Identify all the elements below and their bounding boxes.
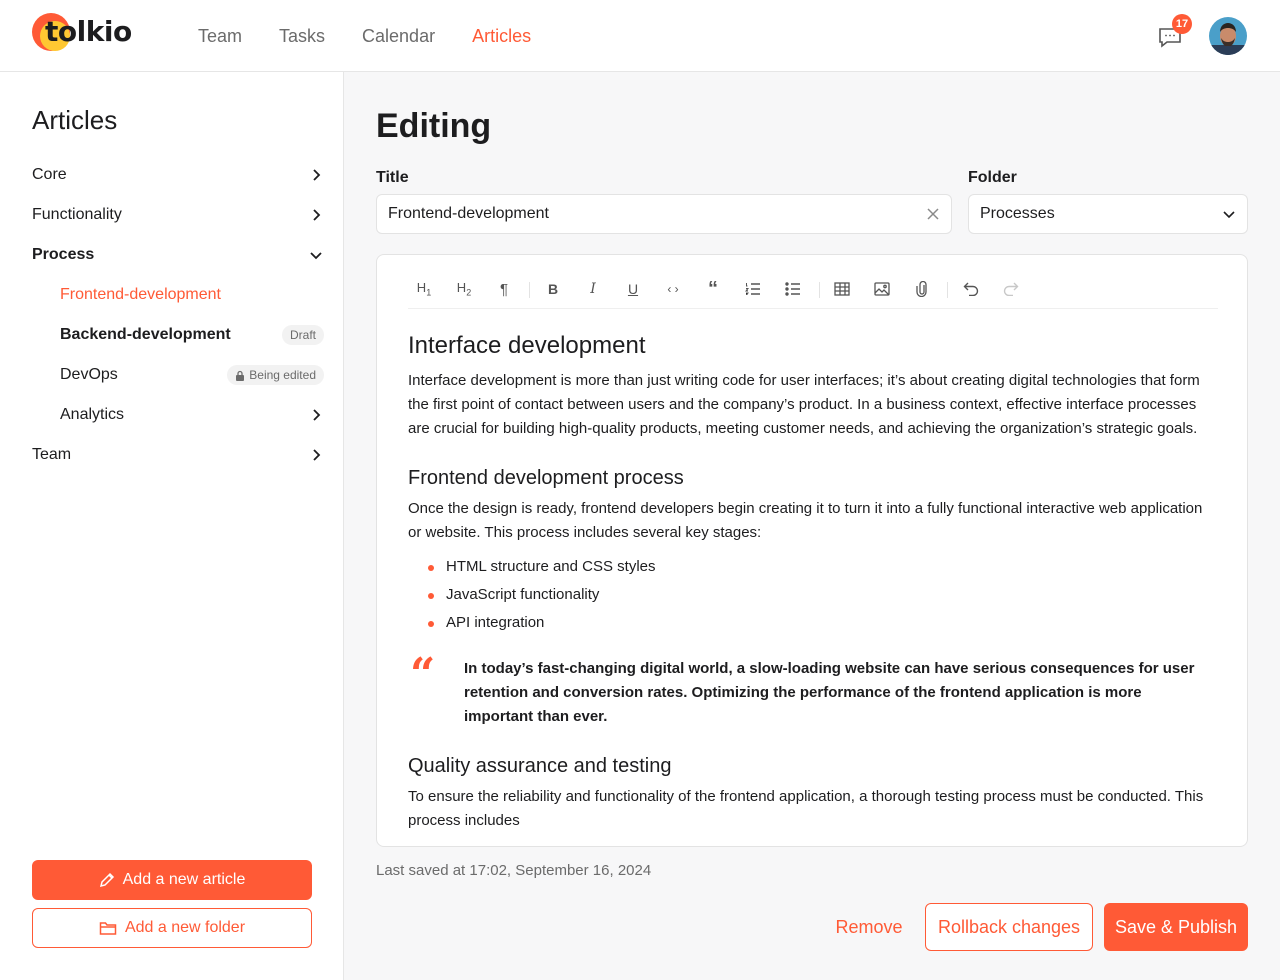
article-paragraph: To ensure the reliability and functional… <box>408 788 1204 829</box>
image-icon[interactable] <box>872 279 892 299</box>
chevron-down-icon <box>310 252 322 260</box>
sidebar-item-backend-development[interactable]: Backend-development Draft <box>60 323 324 347</box>
chevron-right-icon <box>313 209 321 221</box>
title-input[interactable]: Frontend-development <box>376 194 952 234</box>
article-editor[interactable]: H1 H2 ¶ B I U ‹ › “ Interface developmen… <box>376 254 1248 847</box>
article-paragraph: Interface development is more than just … <box>408 372 1200 437</box>
italic-icon[interactable]: I <box>583 279 603 299</box>
h2-icon[interactable]: H2 <box>454 279 474 299</box>
toolbar-divider <box>947 282 948 298</box>
article-body[interactable]: Interface development Interface developm… <box>408 331 1208 833</box>
save-publish-button[interactable]: Save & Publish <box>1104 903 1248 951</box>
sidebar-item-process[interactable]: Process <box>32 243 324 267</box>
sidebar-item-label: Analytics <box>60 406 125 423</box>
quote-mark-icon: “ <box>410 649 436 700</box>
sidebar-item-label: Process <box>32 246 95 263</box>
sidebar-item-label: Backend-development <box>60 326 231 343</box>
folder-select-value: Processes <box>980 205 1055 222</box>
article-heading: Interface development <box>408 332 646 359</box>
add-folder-button[interactable]: Add a new folder <box>32 908 312 948</box>
nav-team[interactable]: Team <box>198 24 242 48</box>
chevron-right-icon <box>313 409 321 421</box>
article-subheading: Quality assurance and testing <box>408 755 672 777</box>
last-saved-status: Last saved at 17:02, September 16, 2024 <box>376 862 652 879</box>
toolbar-divider <box>819 282 820 298</box>
folder-icon <box>99 922 117 935</box>
sidebar-item-label: Team <box>32 446 72 463</box>
folder-select[interactable]: Processes <box>968 194 1248 234</box>
sidebar-item-core[interactable]: Core <box>32 163 324 187</box>
logo[interactable]: tolkio <box>32 13 132 51</box>
pencil-icon <box>99 872 114 888</box>
article-list: HTML structure and CSS styles JavaScript… <box>426 553 1208 637</box>
sidebar-title: Articles <box>32 105 118 135</box>
being-edited-badge: Being edited <box>227 365 324 385</box>
sidebar-item-team[interactable]: Team <box>32 443 324 467</box>
chevron-right-icon <box>313 449 321 461</box>
paragraph-icon[interactable]: ¶ <box>494 279 514 299</box>
add-folder-label: Add a new folder <box>124 919 246 936</box>
chevron-right-icon <box>313 169 321 181</box>
attachment-icon[interactable] <box>912 279 932 299</box>
article-subheading: Frontend development process <box>408 467 684 489</box>
folder-label: Folder <box>968 169 1017 186</box>
notification-badge: 17 <box>1172 14 1192 34</box>
page-title: Editing <box>376 107 492 145</box>
top-bar: tolkio Team Tasks Calendar Articles 17 <box>0 0 1280 72</box>
sidebar-item-devops[interactable]: DevOps Being edited <box>60 363 324 387</box>
clear-icon[interactable] <box>926 207 940 221</box>
bullet-list-icon[interactable] <box>783 279 803 299</box>
sidebar-item-analytics[interactable]: Analytics <box>60 403 324 427</box>
main-content: Editing Title Frontend-development Folde… <box>344 72 1280 980</box>
nav-calendar[interactable]: Calendar <box>362 24 435 48</box>
code-icon[interactable]: ‹ › <box>663 279 683 299</box>
ordered-list-icon[interactable] <box>743 279 763 299</box>
sidebar-item-label: Frontend-development <box>60 286 221 303</box>
toolbar-divider <box>529 282 530 298</box>
rollback-button[interactable]: Rollback changes <box>925 903 1093 951</box>
sidebar-item-label: Core <box>32 166 67 183</box>
add-article-label: Add a new article <box>122 871 246 888</box>
list-item: API integration <box>426 609 1208 637</box>
table-icon[interactable] <box>832 279 852 299</box>
main-nav: Team Tasks Calendar Articles <box>198 24 568 48</box>
list-item: JavaScript functionality <box>426 581 1208 609</box>
lock-icon <box>236 370 245 381</box>
sidebar-item-frontend-development[interactable]: Frontend-development <box>60 283 324 307</box>
title-input-value: Frontend-development <box>388 205 549 222</box>
blockquote-text: In today’s fast-changing digital world, … <box>464 660 1195 725</box>
logo-text: tolkio <box>45 15 132 48</box>
h1-icon[interactable]: H1 <box>414 279 434 299</box>
sidebar-item-label: Functionality <box>32 206 122 223</box>
undo-icon[interactable] <box>961 279 981 299</box>
underline-icon[interactable]: U <box>623 279 643 299</box>
title-label: Title <box>376 169 409 186</box>
sidebar-item-label: DevOps <box>60 366 118 383</box>
nav-articles[interactable]: Articles <box>472 24 531 48</box>
avatar[interactable] <box>1209 17 1247 55</box>
sidebar-item-functionality[interactable]: Functionality <box>32 203 324 227</box>
add-article-button[interactable]: Add a new article <box>32 860 312 900</box>
list-item: HTML structure and CSS styles <box>426 553 1208 581</box>
sidebar: Articles Core Functionality Process Fron… <box>0 72 344 980</box>
chevron-down-icon <box>1223 211 1235 219</box>
nav-tasks[interactable]: Tasks <box>279 24 325 48</box>
editor-toolbar: H1 H2 ¶ B I U ‹ › “ <box>408 271 1218 309</box>
bold-icon[interactable]: B <box>543 279 563 299</box>
article-paragraph: Once the design is ready, frontend devel… <box>408 500 1203 541</box>
logo-mark-icon: tolkio <box>32 13 132 51</box>
article-blockquote: “ In today’s fast-changing digital world… <box>408 649 1208 729</box>
redo-icon[interactable] <box>1001 279 1021 299</box>
quote-icon[interactable]: “ <box>703 279 723 299</box>
draft-badge: Draft <box>281 325 324 345</box>
remove-button[interactable]: Remove <box>824 903 914 951</box>
